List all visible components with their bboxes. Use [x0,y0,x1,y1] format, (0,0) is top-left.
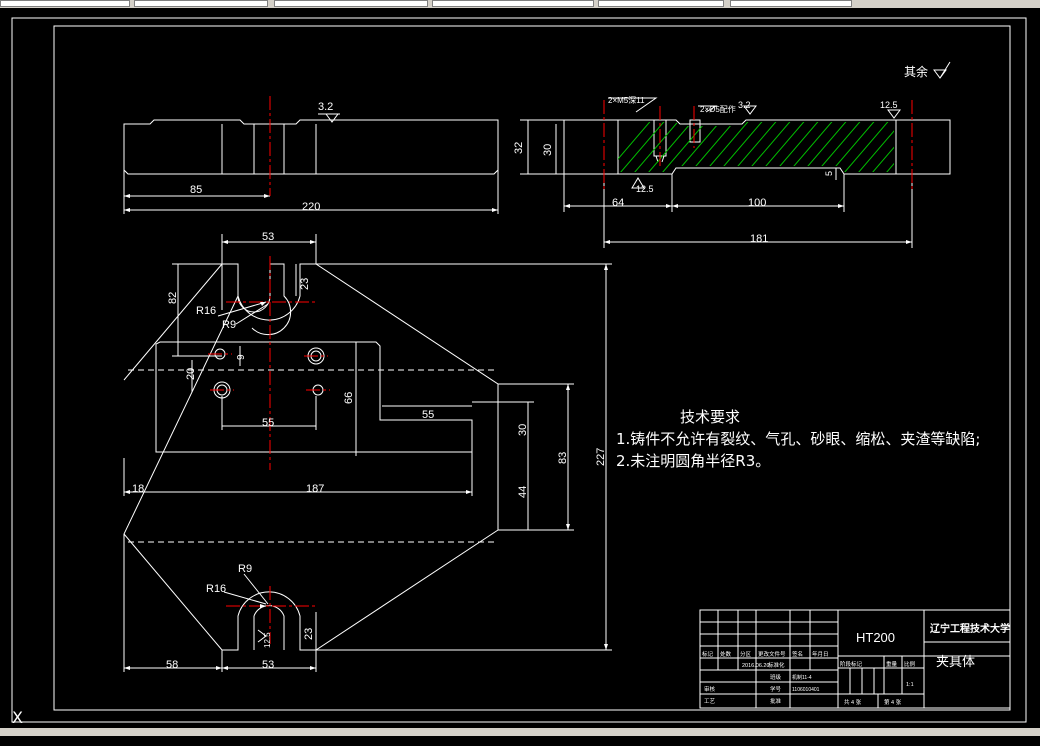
dim-32: 32 [513,142,525,154]
toolbar-field-3[interactable] [274,0,428,7]
dim-20: 20 [185,368,197,380]
statusbar: L.L.L. [0,728,1040,743]
r9-top: R9 [222,319,236,331]
toolbar-field-1[interactable] [0,0,130,7]
roughness-note-text: 其余 [904,64,928,79]
dim-30-section: 30 [542,144,554,156]
r-approve: 批准 [770,697,782,705]
roughness-section-a: 3.2 [738,100,751,110]
dim-181: 181 [750,233,768,245]
dim-82: 82 [167,292,179,304]
tech-line-1: 1.铸件不允许有裂纹、气孔、砂眼、缩松、夹渣等缺陷; [616,430,981,448]
r-standard: 标准化 [768,661,785,669]
section-view [520,97,951,248]
toolbar-field-2[interactable] [134,0,268,7]
inner-frame [53,25,1011,711]
dim-9: 9 [236,354,247,360]
tech-title: 技术要求 [680,408,741,426]
dim-18: 18 [132,483,144,495]
cad-drawing: 3.2 85 220 2×M5深11 2×Ø5配作 3.2 12.5 12.5 … [11,17,1027,723]
r16-bottom: R16 [206,583,226,595]
roughness-section-b: 12.5 [880,100,898,110]
dim-100: 100 [748,197,766,209]
tech-line-2: 2.未注明圆角半径R3。 [616,452,771,470]
dim-187: 187 [306,483,324,495]
dim-55-right: 55 [422,409,434,421]
h-mark: 标记 [702,650,714,658]
dim-23-top: 23 [299,278,311,290]
dim-220: 220 [302,201,320,213]
h-count: 处数 [720,650,732,658]
drawing-canvas[interactable]: 3.2 85 220 2×M5深11 2×Ø5配作 3.2 12.5 12.5 … [0,8,1040,728]
dim-30-plan: 30 [517,424,529,436]
roughness-bottom: 12.5 [263,632,272,648]
dim-83: 83 [557,452,569,464]
ucs-axis-label: X [12,708,23,727]
r16-top: R16 [196,305,216,317]
callout-holes: 2×M5深11 [608,96,645,105]
h-sign: 签名 [792,650,803,658]
hidden-lines [128,369,496,543]
dim-53-bottom: 53 [262,659,274,671]
scale-label: 比例 [904,660,916,668]
toolbar-field-6[interactable] [730,0,852,7]
id-value: 1106010401 [792,687,820,693]
toolbar-field-4[interactable] [432,0,594,7]
toolbar-field-5[interactable] [598,0,724,7]
r9-bottom: R9 [238,563,252,575]
roughness-top: 3.2 [318,101,333,113]
date-value: 2016.06.20 [742,663,770,669]
r-review: 审核 [704,685,716,693]
technical-requirements: 技术要求 1.铸件不允许有裂纹、气孔、砂眼、缩松、夹渣等缺陷; 2.未注明圆角半… [616,406,1016,472]
h-docno: 更改文件号 [758,650,786,658]
roughness-note: 其余 [904,61,951,79]
school-name: 辽宁工程技术大学 [930,622,1010,635]
sheet-no: 第 4 张 [884,698,902,706]
material: HT200 [856,630,895,645]
part-name: 夹具体 [936,654,975,669]
r-id: 学号 [770,685,782,693]
r-process: 工艺 [704,698,716,705]
outer-frame [11,17,1027,723]
dim-64: 64 [612,197,624,209]
dim-44: 44 [517,486,529,498]
weight-label: 重量 [886,660,898,668]
plan-view [123,234,612,672]
h-date: 年月日 [812,650,829,658]
roughness-section-c: 12.5 [636,184,654,194]
stage-label: 阶段标记 [840,660,863,668]
callout-pins: 2×Ø5配作 [700,104,736,114]
class-value: 机制11-4 [792,674,812,681]
dim-85: 85 [190,184,202,196]
sheets-total: 共 4 张 [844,698,862,706]
dim-5: 5 [824,171,834,176]
top-view [123,113,499,214]
dim-55-left: 55 [262,417,274,429]
dim-227: 227 [595,448,607,466]
dim-66: 66 [343,392,355,404]
dim-58: 58 [166,659,178,671]
r-class: 班级 [770,673,782,681]
statusbar-glyphs: L.L.L. [4,736,22,743]
dim-23-bottom: 23 [303,628,315,640]
scale-value: 1:1 [906,682,914,688]
dim-53-top: 53 [262,231,274,243]
h-zone: 分区 [740,650,752,658]
title-block-text: HT200 辽宁工程技术大学 夹具体 标记 处数 分区 更改文件号 签名 年月日… [702,622,1010,706]
